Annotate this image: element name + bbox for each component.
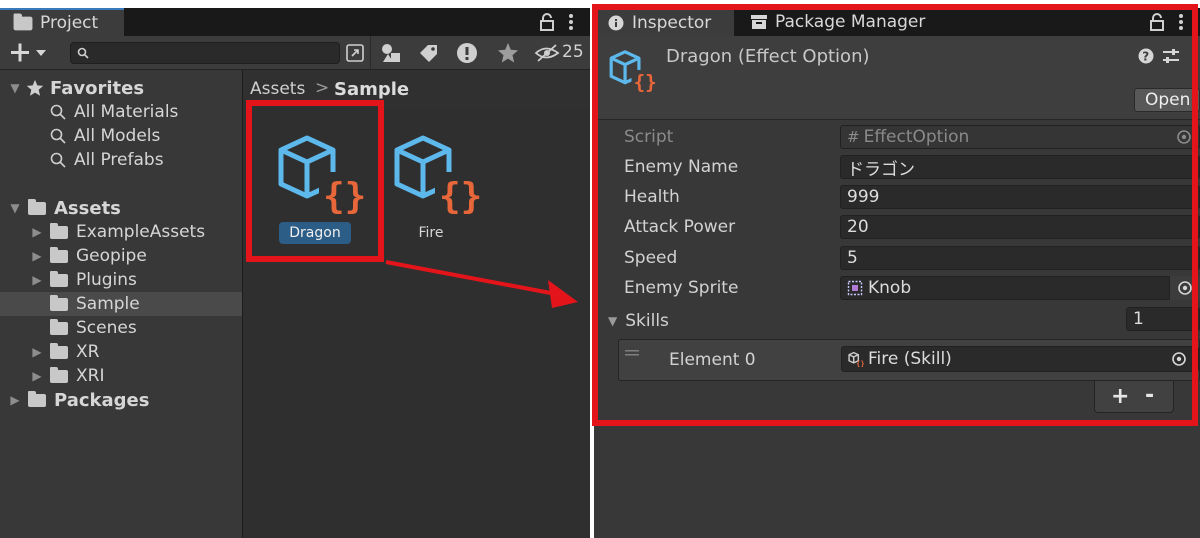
tab-project-label: Project	[40, 13, 99, 33]
search-mode-icon[interactable]	[344, 42, 366, 64]
folder-icon	[50, 270, 68, 287]
hidden-packages-icon[interactable]	[534, 43, 560, 63]
expand-arrow-icon[interactable]: ▶	[30, 225, 44, 239]
tree-item-label: All Materials	[74, 102, 179, 122]
tree-folder-label: ExampleAssets	[76, 222, 206, 242]
expand-arrow-icon[interactable]: ▼	[8, 81, 22, 95]
tree-folder-label: XR	[76, 342, 100, 362]
annotation-highlight-dragon	[246, 100, 384, 262]
tree-folder-label: Scenes	[76, 318, 137, 338]
warning-icon[interactable]	[456, 42, 478, 64]
tree-folder-geopipe[interactable]: ▶ Geopipe	[0, 244, 242, 268]
tree-folder-exampleassets[interactable]: ▶ ExampleAssets	[0, 220, 242, 244]
tree-item-all-prefabs[interactable]: All Prefabs	[0, 148, 242, 172]
folder-icon	[50, 294, 68, 311]
folder-icon	[13, 13, 33, 30]
expand-arrow-icon[interactable]: ▶	[8, 393, 22, 407]
folder-icon	[50, 246, 68, 263]
folder-icon	[50, 342, 68, 359]
breadcrumb-current[interactable]: Sample	[334, 79, 409, 100]
folder-icon	[50, 318, 68, 335]
folder-open-icon	[28, 198, 46, 215]
tree-favorites[interactable]: ▼ Favorites	[0, 76, 242, 100]
breadcrumb-root[interactable]: Assets	[250, 79, 305, 99]
label-tag-icon[interactable]	[418, 43, 440, 63]
favorites-label: Favorites	[50, 77, 145, 99]
assets-label: Assets	[54, 197, 121, 219]
tree-folder-xri[interactable]: ▶ XRI	[0, 364, 242, 388]
scriptable-object-icon: {}	[394, 135, 481, 216]
tab-project[interactable]: Project	[0, 8, 124, 36]
search-icon	[50, 152, 66, 168]
tree-packages[interactable]: ▶ Packages	[0, 388, 242, 412]
tree-folder-label: Geopipe	[76, 246, 147, 266]
tree-folder-label: XRI	[76, 366, 105, 386]
expand-arrow-icon[interactable]: ▶	[30, 345, 44, 359]
filter-type-icon[interactable]	[380, 43, 402, 63]
star-icon	[26, 79, 44, 96]
tree-folder-scenes[interactable]: Scenes	[0, 316, 242, 340]
tree-folder-label: Sample	[76, 294, 140, 314]
search-input[interactable]	[70, 42, 340, 64]
project-tab-strip: Project	[0, 8, 590, 36]
lock-icon[interactable]	[540, 13, 554, 31]
star-icon[interactable]	[497, 42, 519, 64]
hidden-count: 25	[562, 42, 584, 62]
search-icon	[50, 128, 66, 144]
kebab-menu-icon[interactable]	[567, 13, 575, 31]
tree-assets[interactable]: ▼ Assets	[0, 196, 242, 220]
search-icon	[50, 104, 66, 120]
annotation-highlight-inspector	[592, 4, 1198, 426]
tree-folder-sample[interactable]: Sample	[0, 292, 242, 316]
asset-item-label: Fire	[418, 225, 444, 241]
expand-arrow-icon[interactable]: ▼	[8, 201, 22, 215]
annotation-arrow	[385, 260, 578, 308]
search-icon	[77, 47, 89, 59]
project-toolbar: 25	[0, 36, 590, 70]
folder-icon	[50, 222, 68, 239]
expand-arrow-icon[interactable]: ▶	[30, 369, 44, 383]
create-dropdown-icon[interactable]	[10, 43, 50, 63]
svg-text:{}: {}	[439, 176, 481, 216]
packages-label: Packages	[54, 389, 150, 411]
asset-item-fire[interactable]: {} Fire	[389, 132, 481, 244]
folder-icon	[50, 366, 68, 383]
tree-item-label: All Prefabs	[74, 150, 164, 170]
tree-folder-plugins[interactable]: ▶ Plugins	[0, 268, 242, 292]
tree-item-label: All Models	[74, 126, 161, 146]
project-folder-tree: ▼ Favorites All Materials All Models All…	[0, 70, 242, 538]
breadcrumb-separator: >	[315, 78, 330, 98]
tree-item-all-models[interactable]: All Models	[0, 124, 242, 148]
tree-folder-label: Plugins	[76, 270, 137, 290]
expand-arrow-icon[interactable]: ▶	[30, 273, 44, 287]
tree-item-all-materials[interactable]: All Materials	[0, 100, 242, 124]
tree-folder-xr[interactable]: ▶ XR	[0, 340, 242, 364]
expand-arrow-icon[interactable]: ▶	[30, 249, 44, 263]
folder-icon	[28, 390, 46, 407]
